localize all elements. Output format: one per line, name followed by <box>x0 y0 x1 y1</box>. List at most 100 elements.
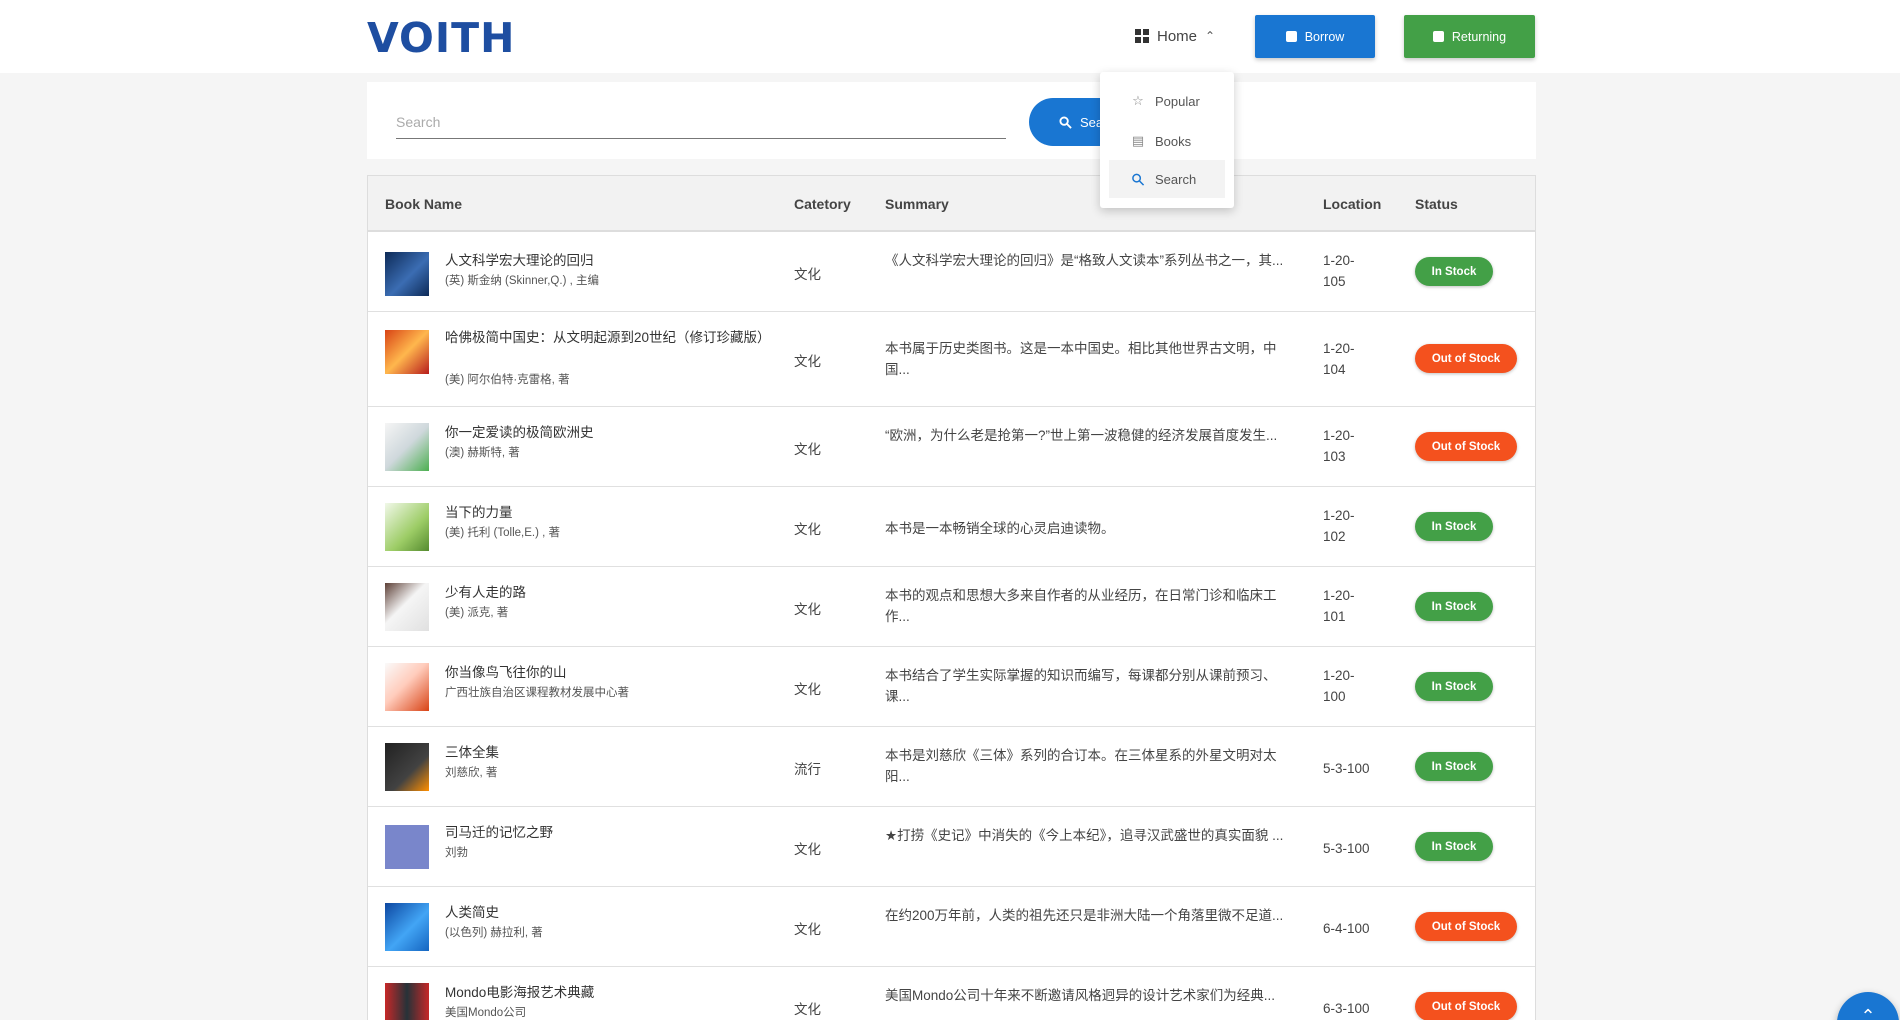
book-category: 文化 <box>794 922 821 937</box>
book-summary: “欧洲，为什么老是抢第一?”世上第一波稳健的经济发展首度发生... <box>885 428 1278 443</box>
book-title: 你当像鸟飞往你的山 <box>445 665 567 680</box>
search-icon <box>1059 115 1072 129</box>
book-location: 1-20-100 <box>1323 668 1355 704</box>
book-location: 5-3-100 <box>1323 841 1370 856</box>
book-category: 文化 <box>794 602 821 617</box>
borrow-button[interactable]: Borrow <box>1255 15 1375 58</box>
menu-item-label: Books <box>1155 133 1192 149</box>
menu-item-label: Search <box>1155 171 1197 187</box>
book-location: 1-20-103 <box>1323 428 1355 464</box>
book-category: 流行 <box>794 762 821 777</box>
book-summary: 《人文科学宏大理论的回归》是“格致人文读本”系列丛书之一，其... <box>885 253 1284 268</box>
book-category: 文化 <box>794 1002 821 1017</box>
menu-item-search[interactable]: Search <box>1109 160 1225 198</box>
table-row[interactable]: 司马迁的记忆之野 刘勃 文化 ★打捞《史记》中消失的《今上本纪》，追寻汉武盛世的… <box>368 807 1535 887</box>
status-badge[interactable]: In Stock <box>1415 752 1493 781</box>
book-author: (英) 斯金纳 (Skinner,Q.) , 主编 <box>445 275 599 287</box>
book-cover <box>385 583 429 631</box>
status-badge[interactable]: In Stock <box>1415 257 1493 286</box>
book-category: 文化 <box>794 354 821 369</box>
book-location: 1-20-101 <box>1323 588 1355 624</box>
book-summary: 本书的观点和思想大多来自作者的从业经历，在日常门诊和临床工作... <box>885 588 1277 624</box>
table-row[interactable]: 你一定爱读的极简欧洲史 (澳) 赫斯特, 著 文化 “欧洲，为什么老是抢第一?”… <box>368 407 1535 487</box>
status-badge[interactable]: Out of Stock <box>1415 432 1517 461</box>
status-badge[interactable]: Out of Stock <box>1415 344 1517 373</box>
table-row[interactable]: 少有人走的路 (美) 派克, 著 文化 本书的观点和思想大多来自作者的从业经历，… <box>368 567 1535 647</box>
book-location: 6-3-100 <box>1323 1001 1370 1016</box>
book-title: 你一定爱读的极简欧洲史 <box>445 425 594 440</box>
table-row[interactable]: 人文科学宏大理论的回归 (英) 斯金纳 (Skinner,Q.) , 主编 文化… <box>368 232 1535 312</box>
header-category[interactable]: Catetory <box>794 196 851 212</box>
returning-button[interactable]: Returning <box>1404 15 1535 58</box>
table-row[interactable]: 哈佛极简中国史：从文明起源到20世纪（修订珍藏版） (美) 阿尔伯特·克雷格, … <box>368 312 1535 407</box>
book-location: 5-3-100 <box>1323 761 1370 776</box>
status-badge[interactable]: In Stock <box>1415 672 1493 701</box>
book-category: 文化 <box>794 682 821 697</box>
book-author: 刘慈欣, 著 <box>445 767 498 779</box>
status-badge[interactable]: Out of Stock <box>1415 992 1517 1020</box>
home-dropdown-menu: ☆ Popular ▤ Books Search <box>1100 72 1234 208</box>
book-cover <box>385 423 429 471</box>
chevron-up-icon: ⌃ <box>1205 29 1216 43</box>
borrow-label: Borrow <box>1304 29 1345 44</box>
table-row[interactable]: 你当像鸟飞往你的山 广西壮族自治区课程教材发展中心著 文化 本书结合了学生实际掌… <box>368 647 1535 727</box>
book-location: 1-20-102 <box>1323 508 1355 544</box>
book-author: (美) 阿尔伯特·克雷格, 著 <box>445 374 570 386</box>
table-row[interactable]: 三体全集 刘慈欣, 著 流行 本书是刘慈欣《三体》系列的合订本。在三体星系的外星… <box>368 727 1535 807</box>
book-author: (美) 派克, 著 <box>445 607 509 619</box>
book-cover <box>385 743 429 791</box>
book-title: 人类简史 <box>445 905 499 920</box>
book-author: 美国Mondo公司 <box>445 1007 527 1019</box>
book-title: 司马迁的记忆之野 <box>445 825 553 840</box>
book-summary: 本书结合了学生实际掌握的知识而编写，每课都分别从课前预习、课... <box>885 668 1277 704</box>
header-status[interactable]: Status <box>1415 196 1458 212</box>
book-cover <box>385 252 429 296</box>
hand-icon <box>1285 31 1297 42</box>
book-cover <box>385 983 429 1020</box>
book-cover <box>385 663 429 711</box>
book-cover <box>385 330 429 374</box>
book-title: 人文科学宏大理论的回归 <box>445 253 594 268</box>
book-category: 文化 <box>794 267 821 282</box>
book-summary: 美国Mondo公司十年来不断邀请风格迥异的设计艺术家们为经典... <box>885 988 1276 1003</box>
book-summary: ★打捞《史记》中消失的《今上本纪》，追寻汉武盛世的真实面貌 ... <box>885 828 1284 843</box>
header-book-name[interactable]: Book Name <box>385 196 462 212</box>
returning-label: Returning <box>1451 29 1507 44</box>
nav-home-menu[interactable]: Home ⌃ <box>1135 24 1215 48</box>
header-location[interactable]: Location <box>1323 196 1381 212</box>
book-summary: 本书是一本畅销全球的心灵启迪读物。 <box>885 521 1115 536</box>
book-title: 哈佛极简中国史：从文明起源到20世纪（修订珍藏版） <box>445 330 771 345</box>
dashboard-icon <box>1135 29 1149 43</box>
search-icon <box>1132 173 1145 186</box>
table-header: Book Name Catetory Summary Location Stat… <box>368 176 1535 232</box>
book-author: 刘勃 <box>445 847 468 859</box>
book-author: (澳) 赫斯特, 著 <box>445 447 520 459</box>
book-summary: 在约200万年前，人类的祖先还只是非洲大陆一个角落里微不足道... <box>885 908 1284 923</box>
status-badge[interactable]: In Stock <box>1415 592 1493 621</box>
book-location: 1-20-105 <box>1323 253 1355 289</box>
menu-item-popular[interactable]: ☆ Popular <box>1109 82 1225 120</box>
back-to-top-button[interactable]: ⌃ <box>1837 992 1899 1020</box>
book-category: 文化 <box>794 442 821 457</box>
header-summary[interactable]: Summary <box>885 196 949 212</box>
book-location: 6-4-100 <box>1323 921 1370 936</box>
book-summary: 本书是刘慈欣《三体》系列的合订本。在三体星系的外星文明对太阳... <box>885 748 1277 784</box>
search-input[interactable] <box>396 105 1006 139</box>
status-badge[interactable]: In Stock <box>1415 512 1493 541</box>
status-badge[interactable]: In Stock <box>1415 832 1493 861</box>
table-row[interactable]: 当下的力量 (美) 托利 (Tolle,E.) , 著 文化 本书是一本畅销全球… <box>368 487 1535 567</box>
menu-item-label: Popular <box>1155 93 1200 109</box>
book-title: 当下的力量 <box>445 505 513 520</box>
table-row[interactable]: 人类简史 (以色列) 赫拉利, 著 文化 在约200万年前，人类的祖先还只是非洲… <box>368 887 1535 967</box>
book-cover <box>385 825 429 869</box>
book-cover <box>385 903 429 951</box>
voith-logo[interactable]: VOITH <box>367 14 515 62</box>
status-badge[interactable]: Out of Stock <box>1415 912 1517 941</box>
book-cover <box>385 503 429 551</box>
search-panel: Search <box>367 82 1536 159</box>
star-icon: ☆ <box>1132 93 1144 108</box>
book-author: (美) 托利 (Tolle,E.) , 著 <box>445 527 561 539</box>
book-summary: 本书属于历史类图书。这是一本中国史。相比其他世界古文明，中国... <box>885 341 1277 377</box>
menu-item-books[interactable]: ▤ Books <box>1109 122 1225 160</box>
table-row[interactable]: Mondo电影海报艺术典藏 美国Mondo公司 文化 美国Mondo公司十年来不… <box>368 967 1535 1020</box>
